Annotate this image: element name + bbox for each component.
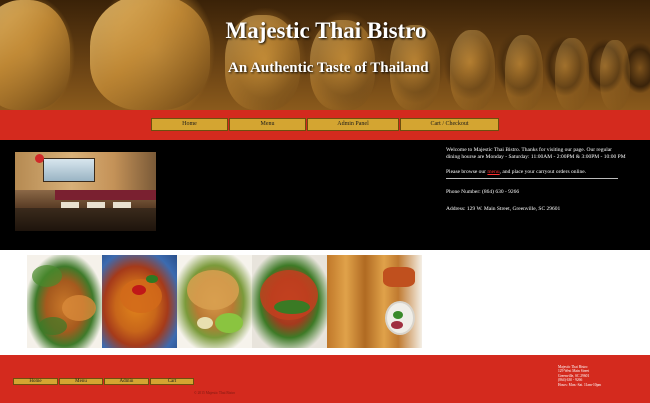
photo-bench [55, 190, 156, 200]
site-title: Majestic Thai Bistro [225, 18, 427, 43]
food-garnish [187, 270, 239, 310]
food-photo-curry [102, 255, 177, 348]
buddha-statue-image [90, 0, 210, 110]
photo-lantern [35, 154, 44, 163]
food-photo-stir-fry [252, 255, 327, 348]
phone-number: Phone Number: (864) 630 - 9266 [446, 189, 520, 195]
food-photo-satay [327, 255, 422, 348]
footer-contact-line: Hours: Mon.-Sat. 11am-10pm [558, 382, 602, 387]
nav-cart-button[interactable]: Cart / Checkout [400, 118, 499, 131]
main-nav: Home Menu Admin Panel Cart / Checkout [0, 110, 650, 140]
divider [446, 178, 618, 179]
nav-home-button[interactable]: Home [151, 118, 228, 131]
photo-floor [15, 208, 156, 231]
footer-contact: Majestic Thai Bistro 129 West Main Stree… [558, 365, 601, 387]
site-tagline: An Authentic Taste of Thailand [228, 60, 429, 76]
food-garnish [120, 279, 162, 313]
welcome-text: Welcome to Majestic Thai Bistro. Thanks … [446, 147, 626, 160]
buddha-statue-image [0, 0, 70, 110]
header-banner: Majestic Thai Bistro An Authentic Taste … [0, 0, 650, 110]
food-garnish [383, 267, 415, 287]
food-garnish [62, 295, 96, 321]
menu-link[interactable]: menu [487, 169, 499, 175]
buddha-statue-image [555, 38, 589, 110]
site-footer: Home Menu Admin Cart Majestic Thai Bistr… [0, 355, 650, 403]
food-photo-drunken-noodles [27, 255, 102, 348]
copyright-text: © 2015 Majestic Thai Bistro [194, 391, 236, 395]
food-garnish [197, 317, 213, 329]
food-garnish [32, 265, 62, 287]
food-garnish [146, 275, 158, 283]
food-garnish [215, 313, 243, 333]
food-garnish [274, 300, 310, 314]
footer-cart-button[interactable]: Cart [150, 378, 194, 385]
buddha-statue-image [450, 30, 495, 110]
footer-admin-button[interactable]: Admin [104, 378, 149, 385]
footer-home-button[interactable]: Home [13, 378, 58, 385]
buddha-statue-image [505, 35, 543, 110]
food-garnish [393, 311, 403, 319]
food-garnish [39, 317, 67, 335]
food-garnish [132, 285, 146, 295]
browse-suffix: , and place your carryout orders online. [499, 169, 587, 175]
footer-menu-button[interactable]: Menu [59, 378, 103, 385]
dining-room-photo [15, 152, 156, 231]
nav-menu-button[interactable]: Menu [229, 118, 306, 131]
food-photo-pad-thai [177, 255, 252, 348]
street-address: Address: 129 W. Main Street, Greenville,… [446, 206, 561, 212]
browse-text: Please browse our menu, and place your c… [446, 169, 626, 176]
buddha-statue-image [600, 40, 630, 110]
nav-admin-button[interactable]: Admin Panel [307, 118, 399, 131]
browse-prefix: Please browse our [446, 169, 488, 175]
photo-window [43, 158, 95, 182]
food-garnish [391, 321, 403, 329]
